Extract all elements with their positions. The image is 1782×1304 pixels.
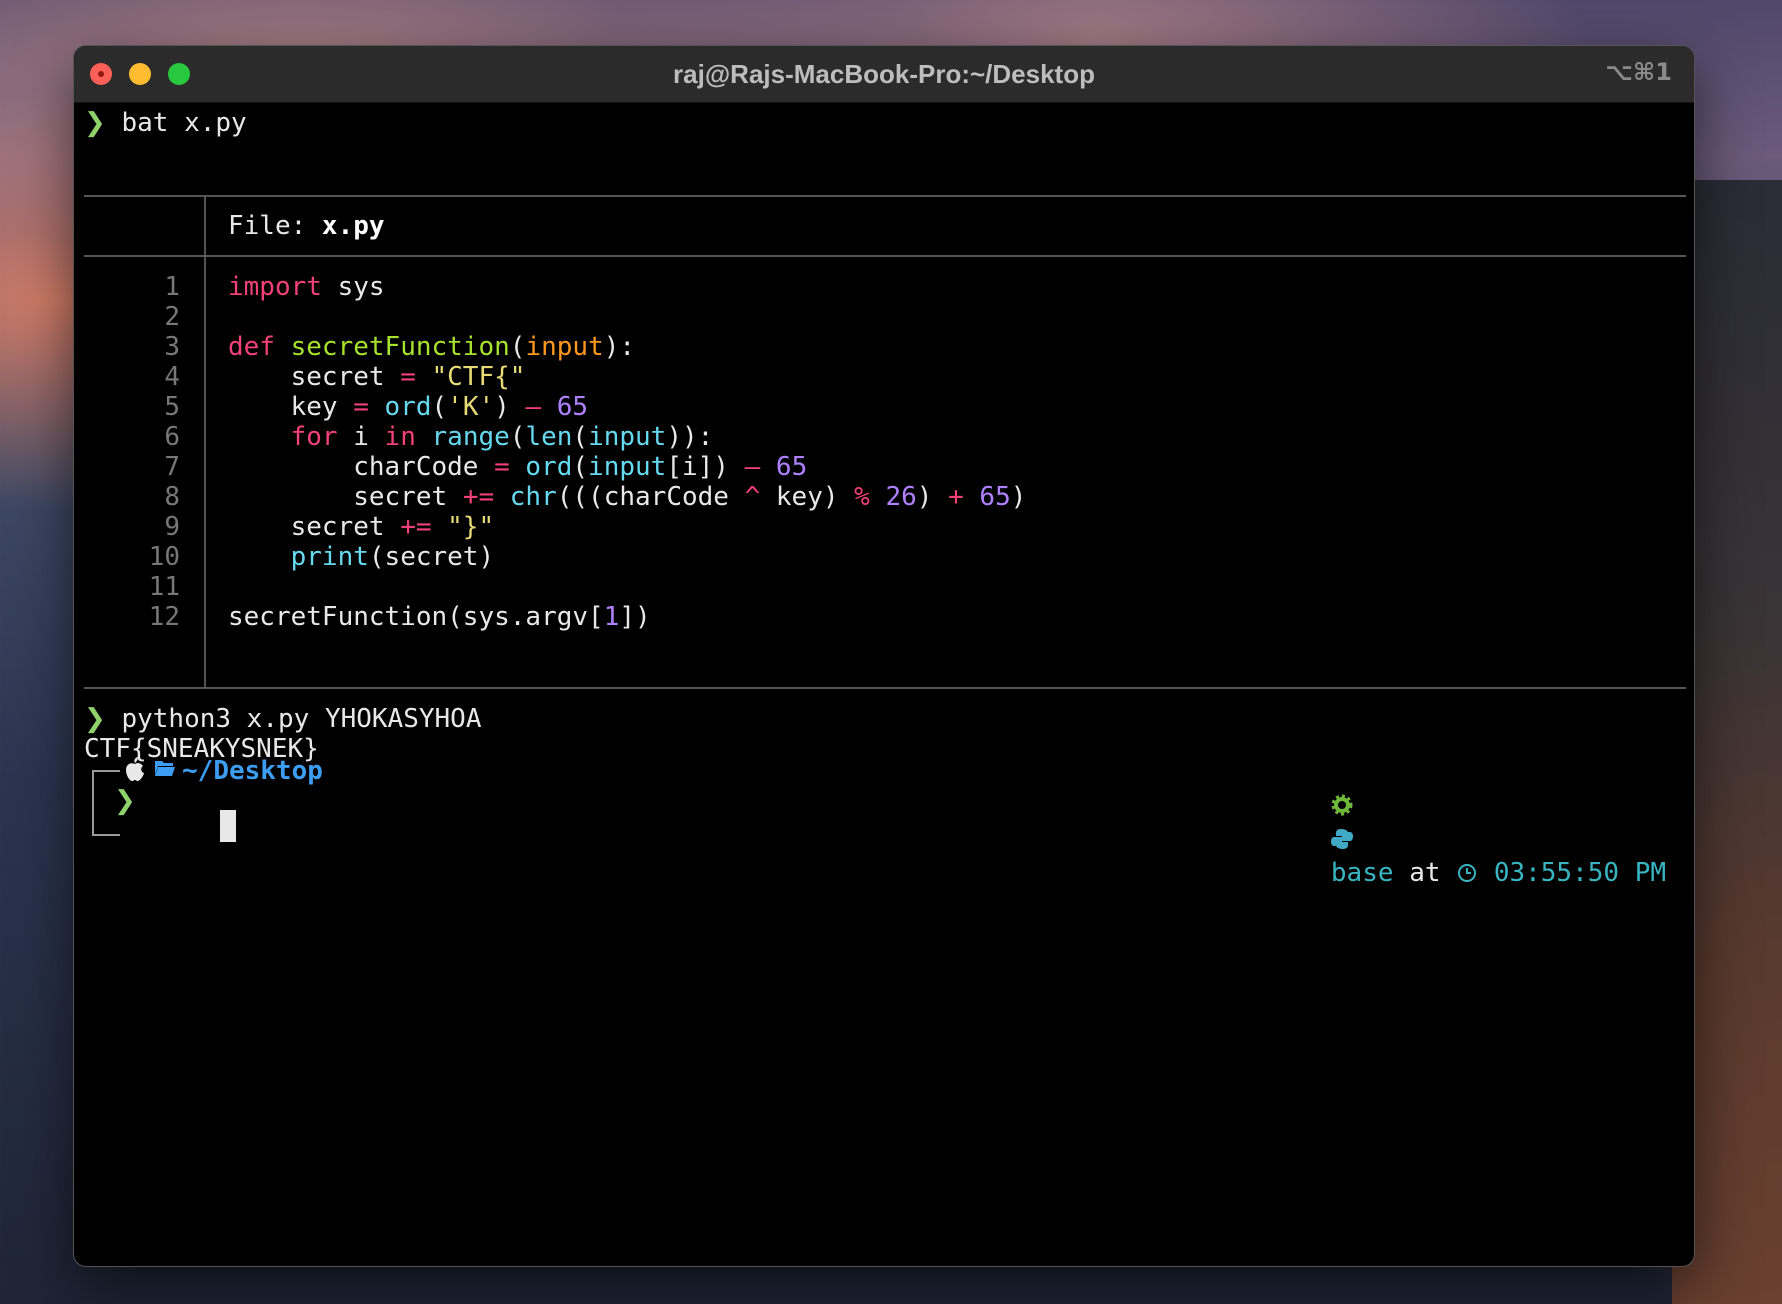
command-line-2: ❯ python3 x.py YHOKASYHOA xyxy=(84,702,481,736)
line-number: 9 xyxy=(164,512,180,542)
at-label: at xyxy=(1409,858,1441,888)
code-line: secret = "CTF{" xyxy=(228,362,526,392)
code-line: secret += "}" xyxy=(228,512,495,542)
terminal-content[interactable]: ❯ bat x.py File: x.py 1 2 3 4 5 6 7 8 9 … xyxy=(84,102,1694,1266)
prompt-symbol: ❯ xyxy=(84,108,106,138)
code-line: charCode = ord(input[i]) – 65 xyxy=(228,452,808,482)
line-number: 2 xyxy=(164,302,180,332)
current-path: ~/Desktop xyxy=(182,754,323,788)
prompt-symbol: ❯ xyxy=(114,786,136,816)
clock-icon xyxy=(1458,864,1477,882)
gear-icon xyxy=(1331,794,1353,816)
file-label: File: xyxy=(228,211,322,241)
command-text: python3 x.py YHOKASYHOA xyxy=(121,704,482,734)
path-dir: Desktop xyxy=(213,756,323,786)
bat-header-border xyxy=(84,255,1686,257)
code-line: secretFunction(sys.argv[1]) xyxy=(228,602,651,632)
command-line-1: ❯ bat x.py xyxy=(84,106,247,140)
command-text: bat x.py xyxy=(121,108,247,138)
code-line: key = ord('K') – 65 xyxy=(228,392,589,422)
window-title: raj@Rajs-MacBook-Pro:~/Desktop xyxy=(673,59,1095,89)
prompt-symbol: ❯ xyxy=(84,704,106,734)
line-number: 8 xyxy=(164,482,180,512)
conda-env: base xyxy=(1330,858,1394,888)
file-name: x.py xyxy=(321,211,385,241)
text-cursor[interactable] xyxy=(220,810,236,842)
python-icon xyxy=(1330,829,1353,849)
bat-header-divider xyxy=(204,197,206,255)
code-line: secret += chr(((charCode ^ key) % 26) + … xyxy=(228,482,1027,512)
line-number: 6 xyxy=(164,422,180,452)
line-number: 4 xyxy=(164,362,180,392)
input-prompt: ❯ xyxy=(114,784,136,818)
line-number: 7 xyxy=(164,452,180,482)
code-line: def secretFunction(input): xyxy=(228,332,636,362)
folder-icon xyxy=(155,761,175,776)
line-number: 10 xyxy=(148,542,180,572)
title-bar[interactable]: raj@Rajs-MacBook-Pro:~/Desktop ⌥⌘1 xyxy=(74,46,1694,103)
prompt-time: 03:55:50 PM xyxy=(1493,858,1666,888)
code-line: print(secret) xyxy=(228,542,495,572)
terminal-window[interactable]: raj@Rajs-MacBook-Pro:~/Desktop ⌥⌘1 ❯ bat… xyxy=(74,46,1694,1266)
path-prefix: ~/ xyxy=(182,756,214,786)
prompt-right-status: base at 03:55:50 PM xyxy=(1237,754,1666,888)
apple-icon xyxy=(126,757,144,781)
line-number: 1 xyxy=(164,272,180,302)
bat-file-header: File: x.py xyxy=(228,209,385,243)
line-number: 5 xyxy=(164,392,180,422)
line-number: 12 xyxy=(148,602,180,632)
line-number: 3 xyxy=(164,332,180,362)
line-number: 11 xyxy=(148,572,180,602)
code-line: for i in range(len(input)): xyxy=(228,422,714,452)
bat-bottom-border xyxy=(84,687,1686,689)
code-line: import sys xyxy=(228,272,385,302)
bat-top-border xyxy=(84,195,1686,197)
tab-shortcut: ⌥⌘1 xyxy=(1605,58,1672,86)
bat-gutter-divider xyxy=(204,257,206,687)
